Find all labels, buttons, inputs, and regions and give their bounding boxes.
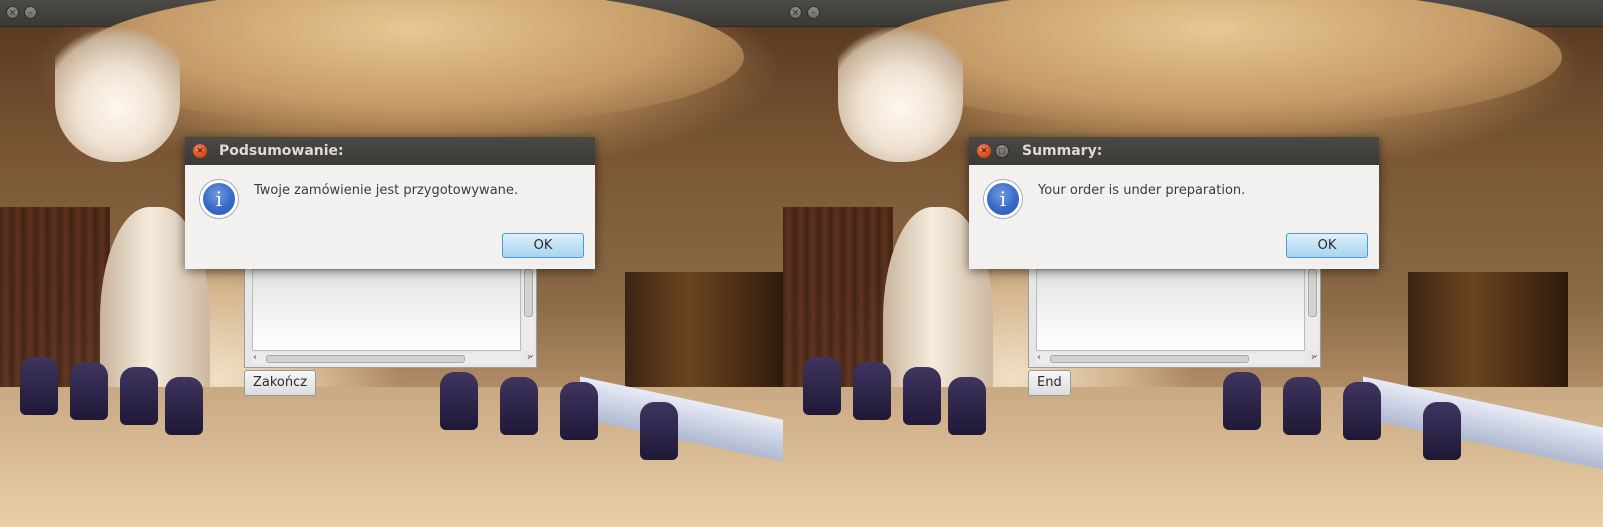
window-minimize-icon[interactable]: – [24, 6, 37, 19]
info-icon: i [984, 180, 1022, 218]
vertical-scrollbar[interactable] [1307, 269, 1318, 351]
chair [1283, 377, 1321, 435]
ceiling-decor [865, 0, 1562, 127]
dialog-message: Your order is under preparation. [1038, 183, 1246, 198]
end-button[interactable]: Zakończ [244, 370, 317, 396]
chair [853, 362, 891, 420]
chair [70, 362, 108, 420]
chair [1223, 372, 1261, 430]
scrollbar-thumb[interactable] [1308, 269, 1317, 317]
scrollbar-thumb[interactable] [266, 355, 465, 363]
scrollbar-thumb[interactable] [524, 269, 533, 317]
window-minimize-icon[interactable]: – [807, 6, 820, 19]
chair [20, 357, 58, 415]
dialog-title: Podsumowanie: [219, 143, 344, 159]
chair [640, 402, 678, 460]
chandelier [838, 27, 963, 162]
chair [440, 372, 478, 430]
scroll-down-icon[interactable]: ˅ [1313, 355, 1318, 366]
chair [165, 377, 203, 435]
chandelier [55, 27, 180, 162]
order-list[interactable] [1036, 269, 1305, 351]
dialog-close-icon[interactable]: × [193, 144, 207, 158]
ok-button[interactable]: OK [1286, 233, 1368, 258]
chair [803, 357, 841, 415]
dialog-close-icon[interactable]: × [977, 144, 991, 158]
dialog-titlebar[interactable]: × □ Summary: [969, 137, 1379, 165]
dialog-titlebar[interactable]: × Podsumowanie: [185, 137, 595, 165]
summary-dialog: × □ Summary: i Your order is under prepa… [969, 137, 1379, 269]
app-window-polish: × – ‹ › ˅ Zakończ × Podsumowanie: i Twoj… [0, 0, 783, 527]
end-button[interactable]: End [1028, 370, 1071, 396]
chair [120, 367, 158, 425]
summary-dialog: × Podsumowanie: i Twoje zamówienie jest … [185, 137, 595, 269]
horizontal-scrollbar[interactable]: ‹ › [1036, 352, 1315, 365]
chair [500, 377, 538, 435]
scrollbar-thumb[interactable] [1050, 355, 1249, 363]
chair [948, 377, 986, 435]
scroll-down-icon[interactable]: ˅ [529, 355, 534, 366]
ok-button[interactable]: OK [502, 233, 584, 258]
dialog-maximize-icon[interactable]: □ [995, 144, 1009, 158]
vertical-scrollbar[interactable] [523, 269, 534, 351]
dialog-title: Summary: [1022, 143, 1103, 159]
horizontal-scrollbar[interactable]: ‹ › [252, 352, 531, 365]
scroll-left-icon[interactable]: ‹ [253, 352, 257, 363]
order-list-panel: ‹ › ˅ [244, 268, 537, 368]
chair [1343, 382, 1381, 440]
info-icon: i [200, 180, 238, 218]
chair [1423, 402, 1461, 460]
chair [903, 367, 941, 425]
chair [560, 382, 598, 440]
dialog-message: Twoje zamówienie jest przygotowywane. [254, 183, 519, 198]
order-list[interactable] [252, 269, 521, 351]
app-window-english: × – ‹ › ˅ End × □ Summary: i Your order … [783, 0, 1603, 527]
order-list-panel: ‹ › ˅ [1028, 268, 1321, 368]
window-close-icon[interactable]: × [6, 6, 19, 19]
scroll-left-icon[interactable]: ‹ [1037, 352, 1041, 363]
window-close-icon[interactable]: × [789, 6, 802, 19]
